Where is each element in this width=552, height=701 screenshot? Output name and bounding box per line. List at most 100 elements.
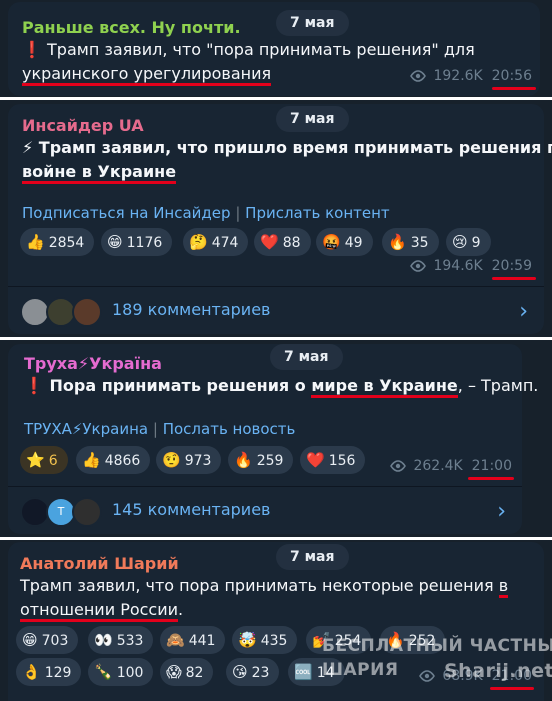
thinking-icon: 🤔	[189, 233, 208, 251]
chevron-right-icon[interactable]: ›	[519, 299, 528, 324]
message-text: Трамп заявил, что пора принимать некотор…	[20, 576, 499, 595]
eye-icon	[410, 70, 427, 82]
message-line-1: ⚡ Трамп заявил, что пришло время принима…	[22, 138, 552, 157]
heart-icon: ❤️	[260, 233, 279, 251]
time-underline	[468, 477, 514, 480]
reaction-cry[interactable]: 😢 9	[446, 228, 491, 256]
views-meta: 262.4K 21:00	[389, 458, 512, 474]
message-text-end: , – Трамп.	[457, 376, 539, 395]
commenter-avatar	[72, 297, 102, 327]
scream-icon: 😱	[166, 663, 182, 681]
date-pill: 7 мая	[276, 544, 349, 570]
reaction-thumbs-up[interactable]: 👍 2854	[20, 228, 95, 256]
send-news-link[interactable]: Послать новость	[163, 420, 296, 438]
channel-name[interactable]: Инсайдер UA	[22, 116, 144, 135]
date-pill: 7 мая	[270, 344, 343, 370]
channel-name[interactable]: Анатолий Шарий	[20, 554, 179, 573]
message-text: ❗ Пора принимать решения о	[24, 376, 312, 395]
underlined-word: в	[498, 576, 509, 598]
post-panel-2: 7 мая Инсайдер UA ⚡ Трамп заявил, что пр…	[0, 100, 552, 337]
reaction-count: 9	[471, 235, 481, 251]
reaction-kiss[interactable]: 😘 23	[226, 658, 280, 686]
reaction-count: 2854	[48, 235, 85, 251]
cry-icon: 😢	[452, 233, 468, 251]
post-time: 20:56	[491, 68, 532, 84]
chevron-right-icon[interactable]: ›	[497, 499, 506, 524]
underlined-phrase: мире в Украине	[311, 376, 458, 398]
reaction-count: 6	[48, 453, 58, 469]
reaction-count: 129	[44, 665, 72, 681]
reaction-fire[interactable]: 🔥 35	[382, 228, 439, 256]
thumbs-up-icon: 👍	[26, 233, 45, 251]
comments-bar[interactable]: 189 комментариев ›	[8, 286, 544, 335]
kiss-icon: 😘	[232, 663, 248, 681]
message-line-1: ❗ Трамп заявил, что "пора принимать реше…	[22, 40, 475, 59]
message-line-1: Трамп заявил, что пора принимать некотор…	[20, 574, 509, 598]
views-count: 262.4K	[413, 458, 463, 474]
reaction-fire[interactable]: 🔥 259	[228, 446, 294, 474]
watermark-line-2: ШАРИЯ	[322, 660, 399, 680]
reaction-count: 88	[282, 235, 301, 251]
eyes-icon: 👀	[94, 631, 113, 649]
reaction-heart[interactable]: ❤️ 88	[254, 228, 311, 256]
eye-icon	[410, 260, 427, 272]
comments-bar[interactable]: Т 145 комментариев ›	[8, 486, 522, 535]
link-separator: |	[152, 420, 158, 438]
comments-count[interactable]: 145 комментариев	[112, 500, 270, 519]
channel-name[interactable]: Раньше всех. Ну почти.	[22, 18, 241, 37]
post-time: 21:00	[471, 458, 512, 474]
post-time: 20:59	[491, 258, 532, 274]
reaction-eyes[interactable]: 👀 533	[88, 626, 154, 654]
reaction-grin[interactable]: 😁 1176	[101, 228, 173, 256]
reaction-count: 82	[185, 665, 204, 681]
reaction-count: 23	[251, 665, 270, 681]
reaction-count: 441	[188, 633, 216, 649]
champagne-icon: 🍾	[94, 663, 113, 681]
commenter-avatar	[72, 497, 102, 527]
reaction-thumbs-up[interactable]: 👍 4866	[76, 446, 151, 474]
fire-icon: 🔥	[388, 233, 407, 251]
message-line-2: войне в Украине	[22, 160, 177, 184]
reaction-see-no-evil[interactable]: 🙈 441	[160, 626, 226, 654]
reaction-count: 435	[260, 633, 288, 649]
message-line-2: отношении России.	[20, 598, 183, 622]
raised-eyebrow-icon: 🤨	[162, 451, 181, 469]
reaction-star[interactable]: ⭐ 6	[20, 446, 68, 474]
thumbs-up-icon: 👍	[82, 451, 101, 469]
reaction-champagne[interactable]: 🍾 100	[88, 658, 154, 686]
see-no-evil-icon: 🙈	[166, 631, 185, 649]
reaction-ok-hand[interactable]: 👌 129	[16, 658, 82, 686]
eye-icon	[419, 670, 436, 682]
cool-icon: 🆒	[294, 663, 313, 681]
reaction-count: 100	[116, 665, 144, 681]
reaction-thinking[interactable]: 🤔 474	[183, 228, 249, 256]
mind-blown-icon: 🤯	[238, 631, 257, 649]
reaction-angry[interactable]: 🤬 49	[316, 228, 373, 256]
reaction-grin[interactable]: 😁 703	[16, 626, 79, 654]
send-content-link[interactable]: Прислать контент	[245, 204, 389, 222]
reaction-count: 156	[328, 453, 356, 469]
comments-count[interactable]: 189 комментариев	[112, 300, 270, 319]
reaction-scream[interactable]: 😱 82	[160, 658, 214, 686]
reaction-raised-eyebrow[interactable]: 🤨 973	[156, 446, 222, 474]
reaction-count: 973	[184, 453, 212, 469]
ok-hand-icon: 👌	[22, 663, 41, 681]
message-line-1: ❗ Пора принимать решения о мире в Украин…	[24, 374, 538, 398]
subscribe-link[interactable]: Подписаться на Инсайдер	[22, 204, 231, 222]
reaction-count: 1176	[126, 235, 163, 251]
date-pill: 7 мая	[276, 10, 349, 36]
watermark-site: Sharij.net	[444, 660, 552, 682]
post-panel-4: 7 мая Анатолий Шарий Трамп заявил, что п…	[0, 540, 552, 701]
date-pill: 7 мая	[276, 106, 349, 132]
star-icon: ⭐	[26, 451, 45, 469]
fire-icon: 🔥	[234, 451, 253, 469]
reaction-mind-blown[interactable]: 🤯 435	[232, 626, 298, 654]
reaction-heart[interactable]: ❤️ 156	[300, 446, 366, 474]
channel-link[interactable]: ТРУХА⚡Украина	[24, 420, 148, 438]
heart-icon: ❤️	[306, 451, 325, 469]
time-underline	[490, 687, 534, 690]
time-underline	[492, 277, 536, 280]
time-underline	[492, 87, 536, 90]
channel-name[interactable]: Труха⚡Україна	[24, 354, 162, 373]
post-panel-3: 7 мая Труха⚡Україна ❗ Пора принимать реш…	[0, 340, 552, 537]
